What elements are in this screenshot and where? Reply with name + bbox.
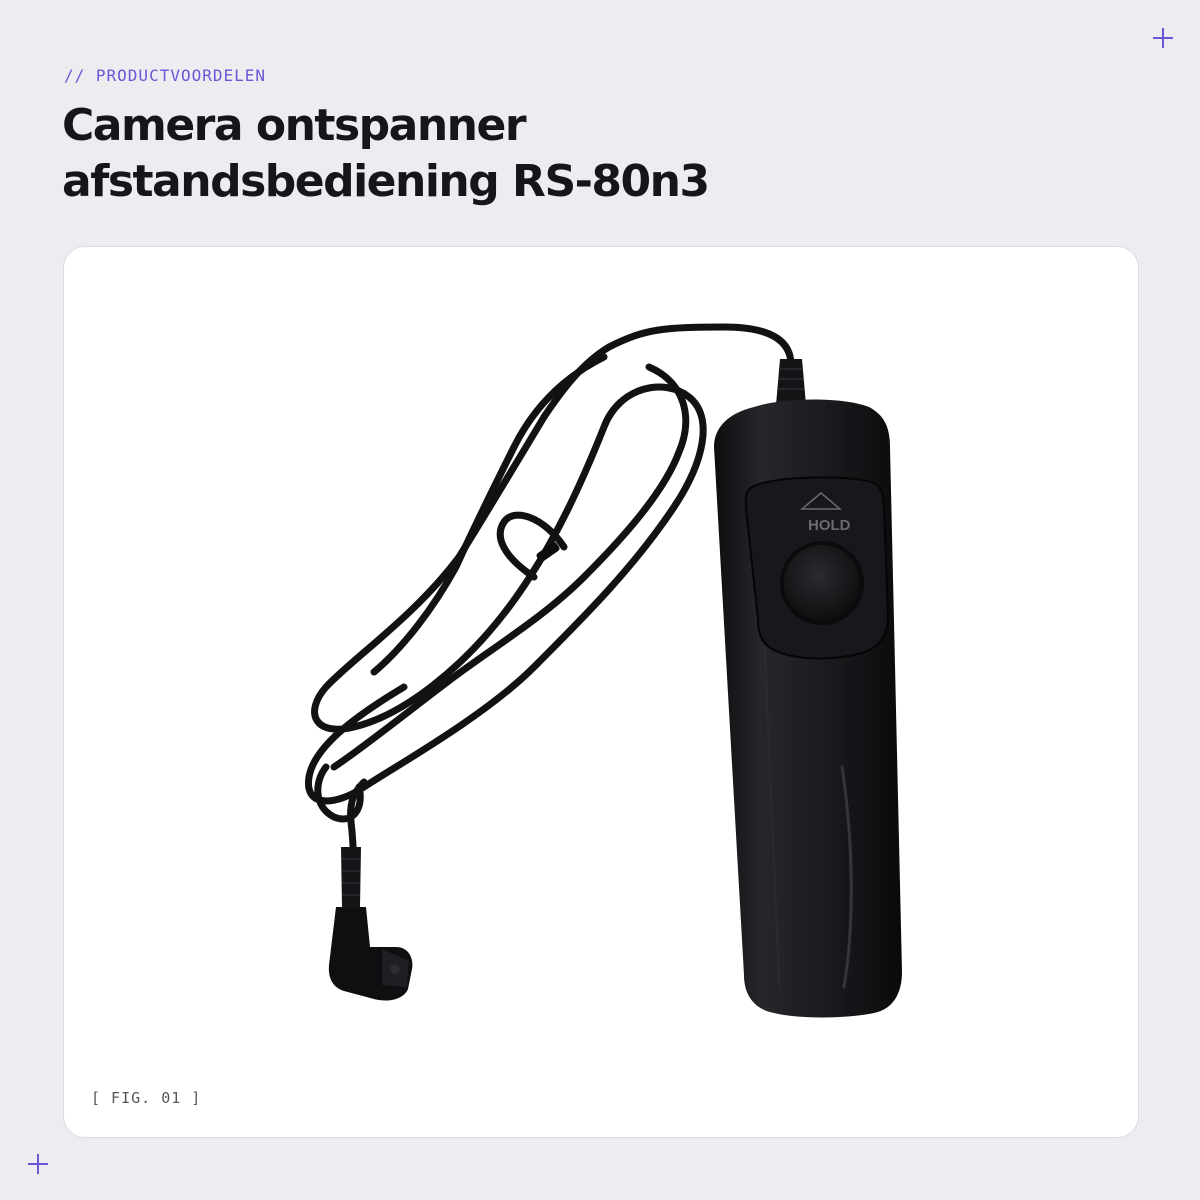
product-image-card: HOLD [ FIG. 01 ] [63, 246, 1139, 1138]
page-title: Camera ontspanner afstandsbediening RS-8… [62, 98, 1062, 210]
title-line-1: Camera ontspanner [62, 100, 527, 151]
title-line-2: afstandsbediening RS-80n3 [62, 156, 710, 207]
shutter-button [784, 545, 860, 621]
remote-body: HOLD [714, 399, 902, 1018]
plus-icon [28, 1154, 48, 1174]
cable [305, 323, 795, 891]
figure-caption: [ FIG. 01 ] [91, 1089, 202, 1107]
hold-marking: HOLD [808, 517, 851, 534]
remote-strain-relief [776, 359, 806, 405]
section-eyebrow: // PRODUCTVOORDELEN [64, 66, 267, 85]
plus-icon [1153, 28, 1173, 48]
product-image: HOLD [305, 323, 902, 1018]
connector [328, 847, 413, 1001]
